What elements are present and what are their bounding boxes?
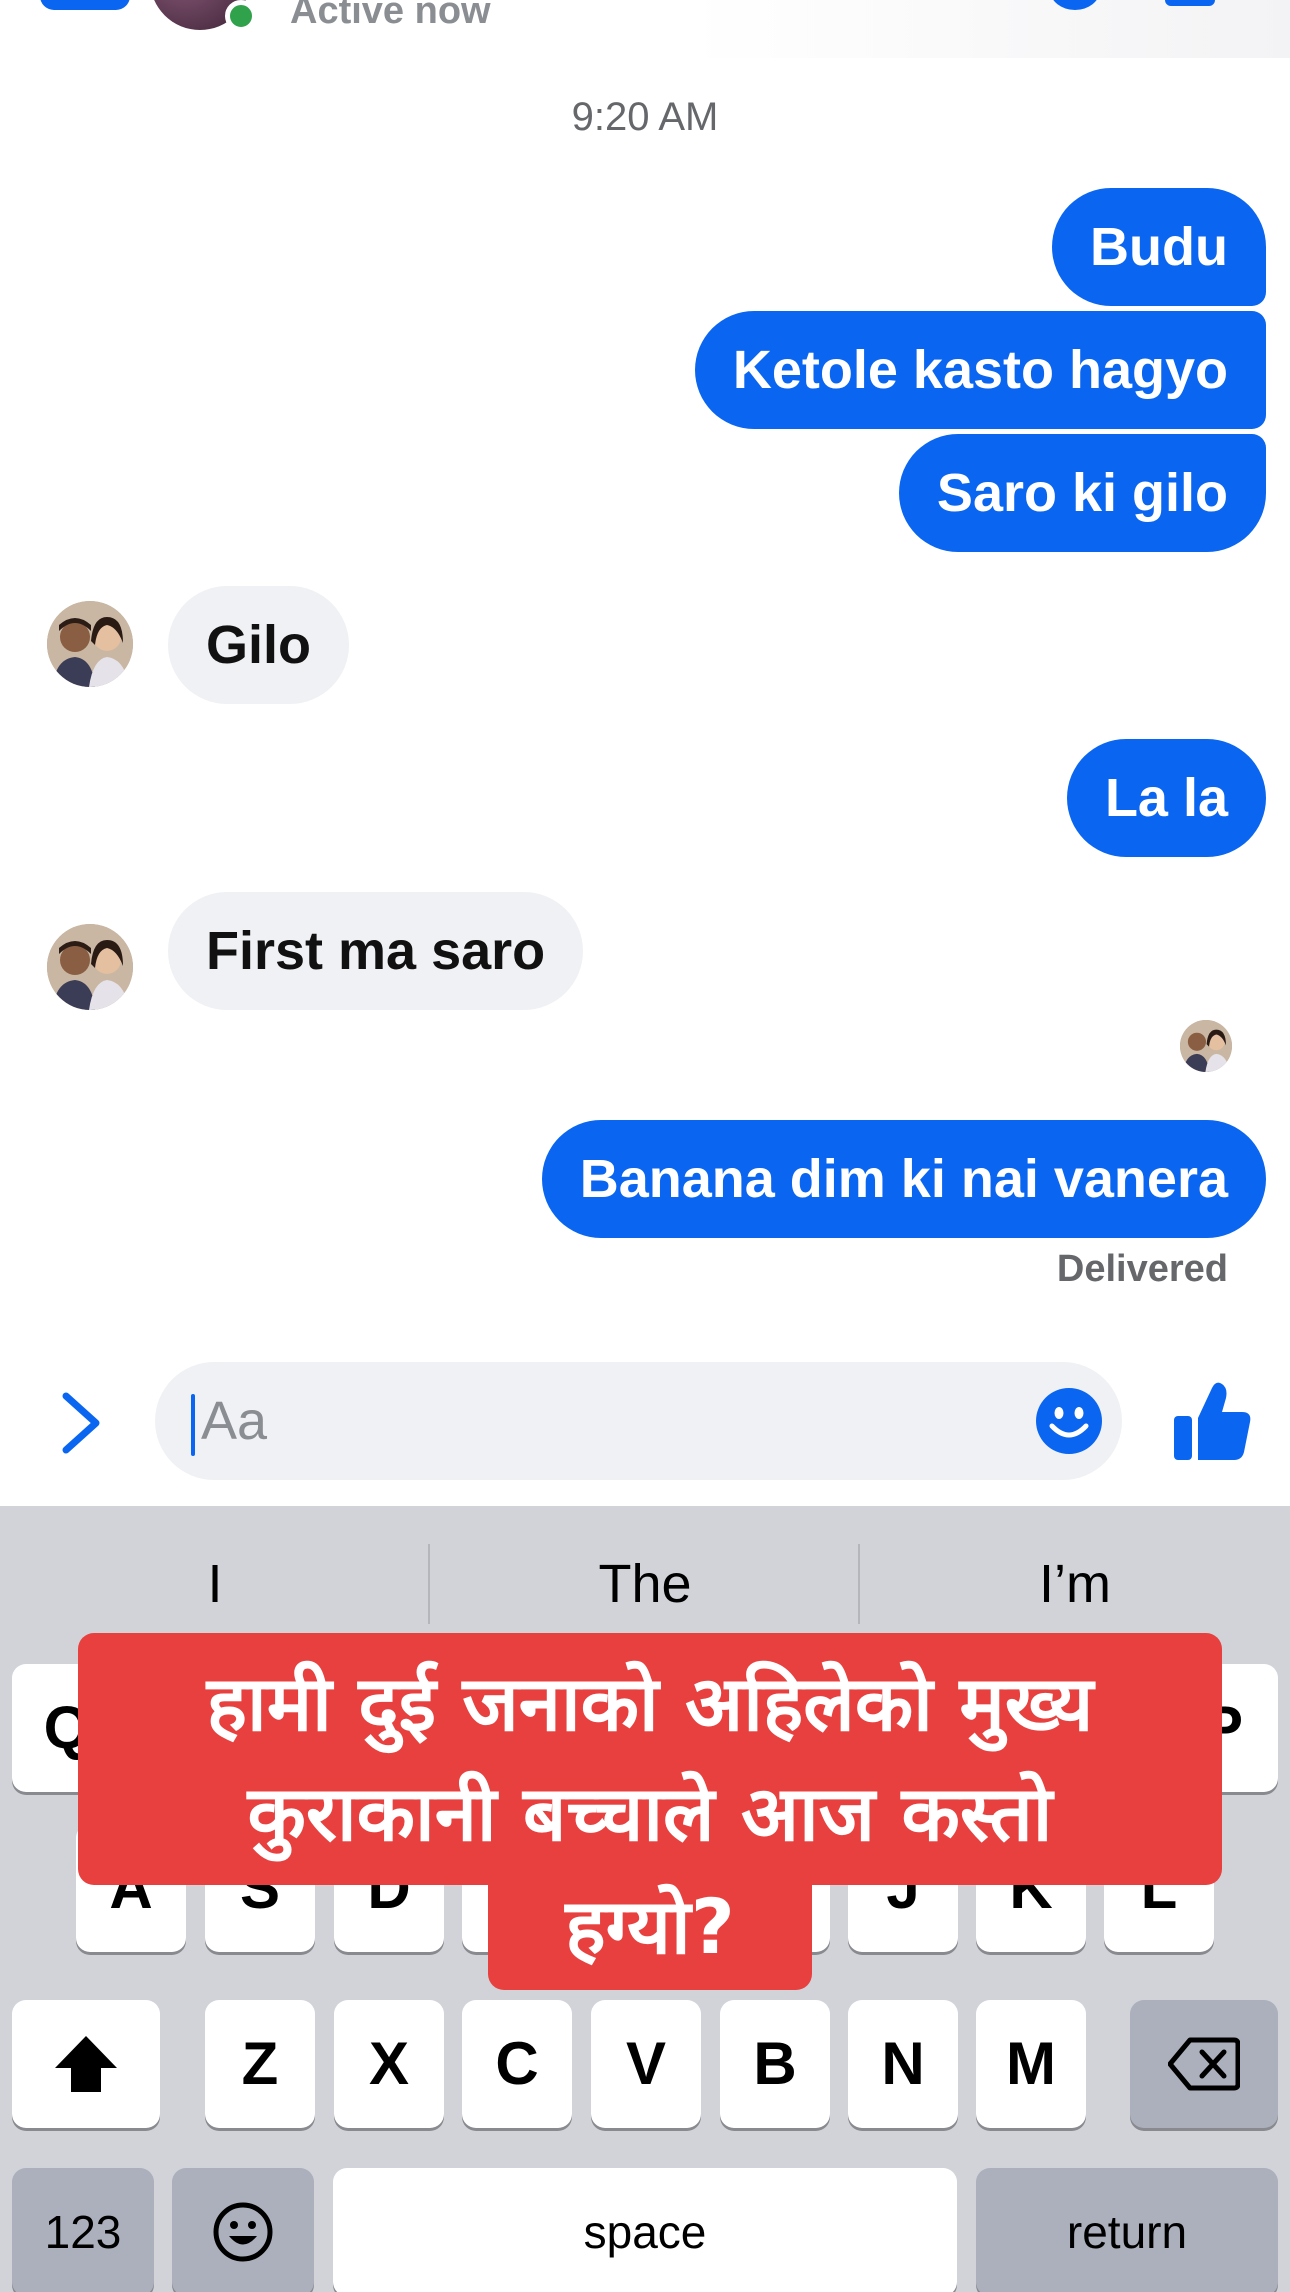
suggestion-item[interactable]: I xyxy=(0,1544,430,1624)
return-key[interactable]: return xyxy=(976,2168,1278,2292)
message-timestamp: 9:20 AM xyxy=(571,95,719,139)
space-key[interactable]: space xyxy=(333,2168,957,2292)
caption-overlay: हामी दुई जनाको अहिलेको मुख्य कुराकानी बच… xyxy=(78,1633,1222,1885)
emoji-keyboard-key[interactable] xyxy=(172,2168,314,2292)
emoji-icon[interactable] xyxy=(1034,1386,1104,1456)
message-composer[interactable] xyxy=(155,1362,1122,1480)
backspace-icon xyxy=(1167,2037,1241,2091)
outgoing-message[interactable]: Saro ki gilo xyxy=(898,434,1266,552)
smiley-icon xyxy=(213,2202,273,2262)
suggestion-item[interactable]: The xyxy=(430,1544,860,1624)
outgoing-message[interactable]: Ketole kasto hagyo xyxy=(694,311,1266,429)
caption-line-3: हग्यो? xyxy=(565,1882,735,1971)
text-caret xyxy=(191,1394,195,1456)
contact-avatar-small[interactable] xyxy=(47,601,133,687)
key-m[interactable]: M xyxy=(976,2000,1086,2128)
outgoing-message[interactable]: La la xyxy=(1066,739,1266,857)
caption-line-1: हामी दुई जनाको अहिलेको मुख्य xyxy=(206,1659,1094,1748)
key-x[interactable]: X xyxy=(334,2000,444,2128)
outgoing-message[interactable]: Banana dim ki nai vanera xyxy=(541,1120,1266,1238)
back-button[interactable] xyxy=(40,0,130,10)
backspace-key[interactable] xyxy=(1130,2000,1278,2128)
incoming-message[interactable]: Gilo xyxy=(168,586,349,704)
video-call-icon[interactable] xyxy=(1165,0,1215,6)
key-v[interactable]: V xyxy=(591,2000,701,2128)
shift-icon xyxy=(55,2036,117,2092)
incoming-message[interactable]: First ma saro xyxy=(168,892,584,1010)
numbers-key[interactable]: 123 xyxy=(12,2168,154,2292)
expand-actions-icon[interactable] xyxy=(52,1388,112,1458)
contact-avatar-small[interactable] xyxy=(47,924,133,1010)
shift-key[interactable] xyxy=(12,2000,160,2128)
key-b[interactable]: B xyxy=(720,2000,830,2128)
key-c[interactable]: C xyxy=(462,2000,572,2128)
suggestion-item[interactable]: I’m xyxy=(860,1544,1290,1624)
outgoing-message[interactable]: Budu xyxy=(1052,188,1266,306)
header-fade xyxy=(690,0,1290,58)
delivery-status: Delivered xyxy=(1056,1248,1228,1290)
thumbs-up-icon[interactable] xyxy=(1172,1378,1252,1464)
online-status-dot xyxy=(225,0,257,32)
conversation-header: Active now xyxy=(0,0,1290,58)
caption-overlay-tail: हग्यो? xyxy=(488,1872,812,1990)
key-n[interactable]: N xyxy=(848,2000,958,2128)
key-z[interactable]: Z xyxy=(205,2000,315,2128)
caption-line-2: कुराकानी बच्चाले आज कस्तो xyxy=(247,1769,1053,1858)
message-input[interactable] xyxy=(201,1362,1001,1480)
active-status-text: Active now xyxy=(290,0,491,32)
seen-receipt-avatar xyxy=(1180,1020,1232,1072)
